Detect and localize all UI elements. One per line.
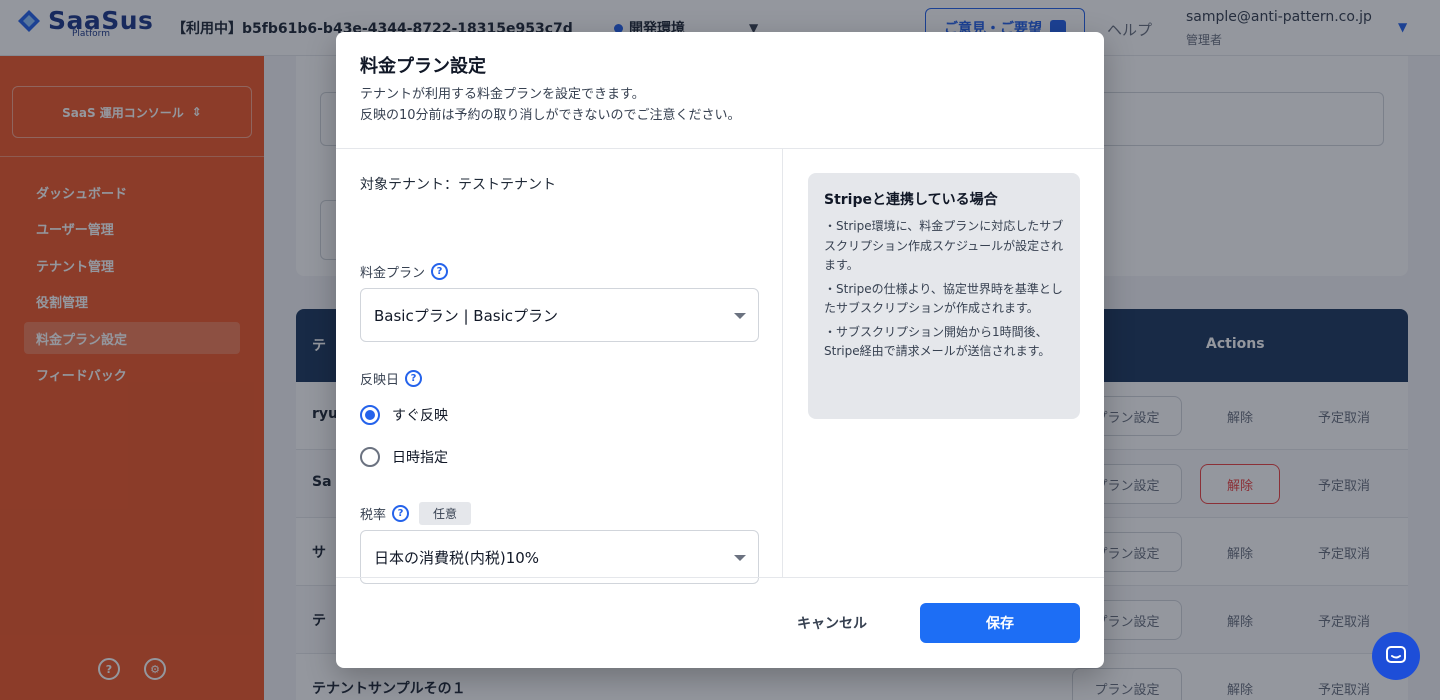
- chat-bubble-icon: [1386, 646, 1406, 663]
- effective-date-field-label: 反映日 ?: [360, 369, 423, 388]
- caret-down-icon: [734, 313, 746, 319]
- question-circle-icon[interactable]: ?: [431, 263, 449, 280]
- chat-launcher-button[interactable]: [1372, 632, 1420, 680]
- info-item: ・サブスクリプション開始から1時間後、Stripe経由で請求メールが送信されます…: [824, 324, 1051, 359]
- optional-badge: 任意: [419, 502, 472, 525]
- dialog-header: 料金プラン設定 テナントが利用する料金プランを設定できます。 反映の10分前は予…: [336, 32, 1104, 149]
- question-circle-icon[interactable]: ?: [392, 505, 410, 522]
- plan-field-label: 料金プラン ?: [360, 262, 449, 281]
- dialog-footer: キャンセル 保存: [336, 577, 1104, 668]
- effective-date-label-text: 反映日: [360, 373, 400, 388]
- info-box-title: Stripeと連携している場合: [824, 192, 998, 208]
- plan-select-value: Basicプラン | Basicプラン: [374, 306, 559, 325]
- tax-rate-label-text: 税率: [360, 508, 387, 523]
- tax-rate-field-label: 税率 ? 任意: [360, 502, 472, 525]
- pricing-plan-dialog: 料金プラン設定 テナントが利用する料金プランを設定できます。 反映の10分前は予…: [336, 32, 1104, 668]
- plan-select[interactable]: Basicプラン | Basicプラン: [360, 288, 759, 342]
- stripe-info-box: Stripeと連携している場合 ・Stripe環境に、料金プランに対応したサブス…: [808, 173, 1080, 419]
- radio-apply-immediately[interactable]: すぐ反映: [360, 405, 448, 425]
- radio-specify-datetime[interactable]: 日時指定: [360, 447, 448, 467]
- caret-down-icon: [734, 555, 746, 561]
- dialog-description: テナントが利用する料金プランを設定できます。: [360, 87, 645, 102]
- plan-label-text: 料金プラン: [360, 266, 426, 281]
- radio-button-unchecked[interactable]: [360, 447, 380, 467]
- tax-rate-select[interactable]: 日本の消費税(内税)10%: [360, 530, 759, 584]
- info-item: ・Stripe環境に、料金プランに対応したサブスクリプション作成スケジュールが設…: [824, 219, 1064, 272]
- tax-rate-select-value: 日本の消費税(内税)10%: [374, 548, 540, 567]
- info-item: ・Stripeの仕様より、協定世界時を基準としたサブスクリプションが作成されます…: [824, 281, 1063, 316]
- target-tenant-label: 対象テナント：テストテナント: [360, 177, 556, 193]
- save-button[interactable]: 保存: [920, 603, 1080, 643]
- radio-button-checked[interactable]: [360, 405, 380, 425]
- dialog-description-warning: 反映の10分前は予約の取り消しができないのでご注意ください。: [360, 108, 741, 123]
- dialog-form: 対象テナント：テストテナント 料金プラン ? Basicプラン | Basicプ…: [336, 149, 783, 584]
- cancel-button[interactable]: キャンセル: [768, 603, 896, 643]
- question-circle-icon[interactable]: ?: [405, 370, 423, 387]
- dialog-title: 料金プラン設定: [360, 56, 486, 77]
- radio-label: 日時指定: [392, 450, 448, 466]
- radio-label: すぐ反映: [392, 408, 448, 424]
